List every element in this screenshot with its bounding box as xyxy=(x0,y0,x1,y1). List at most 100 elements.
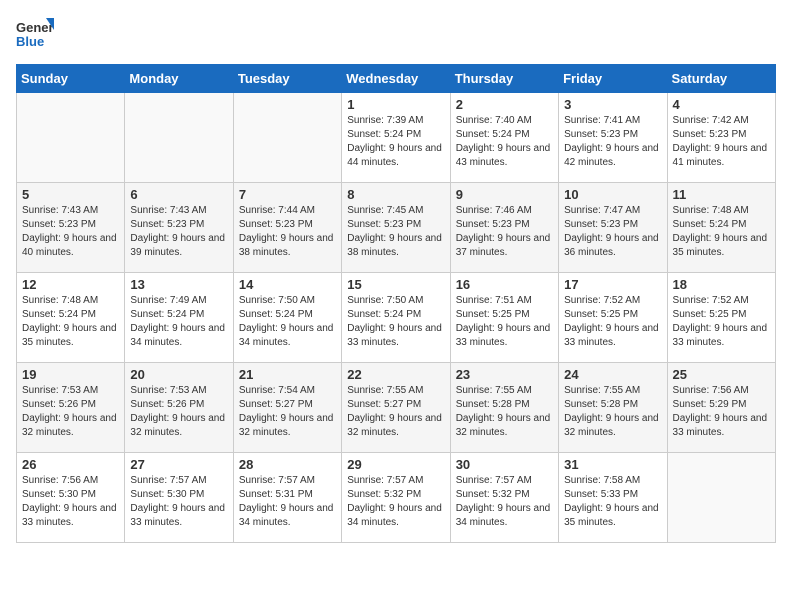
calendar-week-0: 1Sunrise: 7:39 AMSunset: 5:24 PMDaylight… xyxy=(17,93,776,183)
calendar-cell: 1Sunrise: 7:39 AMSunset: 5:24 PMDaylight… xyxy=(342,93,450,183)
day-info: Sunrise: 7:47 AMSunset: 5:23 PMDaylight:… xyxy=(564,204,661,260)
day-info: Sunrise: 7:45 AMSunset: 5:23 PMDaylight:… xyxy=(347,204,444,260)
calendar-cell: 3 Sunrise: 7:41 AMSunset: 5:23 PMDaylight… xyxy=(559,93,667,183)
day-info: Sunrise: 7:57 AMSunset: 5:32 PMDaylight:… xyxy=(347,474,444,530)
calendar-cell: 2Sunrise: 7:40 AMSunset: 5:24 PMDaylight… xyxy=(450,93,558,183)
day-info: Sunrise: 7:58 AMSunset: 5:33 PMDaylight:… xyxy=(564,474,661,530)
calendar-cell: 23 Sunrise: 7:55 AMSunset: 5:28 PMDayligh… xyxy=(450,363,558,453)
calendar-cell: 26Sunrise: 7:56 AMSunset: 5:30 PMDayligh… xyxy=(17,453,125,543)
day-info: Sunrise: 7:52 AMSunset: 5:25 PMDaylight:… xyxy=(564,294,661,350)
day-number: 19 xyxy=(22,367,119,382)
calendar-cell: 12 Sunrise: 7:48 AMSunset: 5:24 PMDayligh… xyxy=(17,273,125,363)
calendar-cell: 29 Sunrise: 7:57 AMSunset: 5:32 PMDayligh… xyxy=(342,453,450,543)
day-info: Sunrise: 7:56 AMSunset: 5:30 PMDaylight:… xyxy=(22,474,119,530)
day-info: Sunrise: 7:55 AMSunset: 5:28 PMDaylight:… xyxy=(456,384,553,440)
day-info: Sunrise: 7:55 AMSunset: 5:28 PMDaylight:… xyxy=(564,384,661,440)
calendar-week-1: 5Sunrise: 7:43 AMSunset: 5:23 PMDaylight… xyxy=(17,183,776,273)
calendar-cell: 13Sunrise: 7:49 AMSunset: 5:24 PMDayligh… xyxy=(125,273,233,363)
calendar-table: SundayMondayTuesdayWednesdayThursdayFrid… xyxy=(16,64,776,543)
col-header-sunday: Sunday xyxy=(17,65,125,93)
day-info: Sunrise: 7:41 AMSunset: 5:23 PMDaylight:… xyxy=(564,114,661,170)
day-number: 14 xyxy=(239,277,336,292)
day-number: 8 xyxy=(347,187,444,202)
day-number: 16 xyxy=(456,277,553,292)
day-number: 9 xyxy=(456,187,553,202)
col-header-monday: Monday xyxy=(125,65,233,93)
day-info: Sunrise: 7:57 AMSunset: 5:32 PMDaylight:… xyxy=(456,474,553,530)
svg-text:General: General xyxy=(16,20,54,35)
day-info: Sunrise: 7:52 AMSunset: 5:25 PMDaylight:… xyxy=(673,294,770,350)
calendar-cell: 15Sunrise: 7:50 AMSunset: 5:24 PMDayligh… xyxy=(342,273,450,363)
calendar-cell: 14 Sunrise: 7:50 AMSunset: 5:24 PMDayligh… xyxy=(233,273,341,363)
day-info: Sunrise: 7:55 AMSunset: 5:27 PMDaylight:… xyxy=(347,384,444,440)
calendar-week-3: 19 Sunrise: 7:53 AMSunset: 5:26 PMDayligh… xyxy=(17,363,776,453)
day-number: 12 xyxy=(22,277,119,292)
page-header: General Blue xyxy=(16,16,776,54)
calendar-header: SundayMondayTuesdayWednesdayThursdayFrid… xyxy=(17,65,776,93)
day-info: Sunrise: 7:48 AMSunset: 5:24 PMDaylight:… xyxy=(673,204,770,260)
day-number: 3 xyxy=(564,97,661,112)
day-number: 17 xyxy=(564,277,661,292)
calendar-cell: 30 Sunrise: 7:57 AMSunset: 5:32 PMDayligh… xyxy=(450,453,558,543)
day-number: 24 xyxy=(564,367,661,382)
day-number: 10 xyxy=(564,187,661,202)
day-number: 20 xyxy=(130,367,227,382)
day-number: 18 xyxy=(673,277,770,292)
day-info: Sunrise: 7:48 AMSunset: 5:24 PMDaylight:… xyxy=(22,294,119,350)
day-number: 28 xyxy=(239,457,336,472)
calendar-cell: 18 Sunrise: 7:52 AMSunset: 5:25 PMDayligh… xyxy=(667,273,775,363)
day-number: 29 xyxy=(347,457,444,472)
col-header-thursday: Thursday xyxy=(450,65,558,93)
calendar-cell: 5Sunrise: 7:43 AMSunset: 5:23 PMDaylight… xyxy=(17,183,125,273)
day-info: Sunrise: 7:46 AMSunset: 5:23 PMDaylight:… xyxy=(456,204,553,260)
day-number: 7 xyxy=(239,187,336,202)
day-number: 23 xyxy=(456,367,553,382)
col-header-wednesday: Wednesday xyxy=(342,65,450,93)
col-header-friday: Friday xyxy=(559,65,667,93)
day-number: 11 xyxy=(673,187,770,202)
day-number: 25 xyxy=(673,367,770,382)
calendar-cell xyxy=(667,453,775,543)
day-info: Sunrise: 7:51 AMSunset: 5:25 PMDaylight:… xyxy=(456,294,553,350)
calendar-cell xyxy=(17,93,125,183)
calendar-cell: 9 Sunrise: 7:46 AMSunset: 5:23 PMDaylight… xyxy=(450,183,558,273)
day-info: Sunrise: 7:44 AMSunset: 5:23 PMDaylight:… xyxy=(239,204,336,260)
day-info: Sunrise: 7:50 AMSunset: 5:24 PMDaylight:… xyxy=(239,294,336,350)
calendar-cell xyxy=(233,93,341,183)
calendar-week-4: 26Sunrise: 7:56 AMSunset: 5:30 PMDayligh… xyxy=(17,453,776,543)
logo-svg: General Blue xyxy=(16,16,54,54)
calendar-cell: 19 Sunrise: 7:53 AMSunset: 5:26 PMDayligh… xyxy=(17,363,125,453)
day-info: Sunrise: 7:39 AMSunset: 5:24 PMDaylight:… xyxy=(347,114,444,170)
calendar-cell: 6 Sunrise: 7:43 AMSunset: 5:23 PMDaylight… xyxy=(125,183,233,273)
day-info: Sunrise: 7:57 AMSunset: 5:31 PMDaylight:… xyxy=(239,474,336,530)
day-number: 31 xyxy=(564,457,661,472)
day-number: 27 xyxy=(130,457,227,472)
calendar-cell: 10 Sunrise: 7:47 AMSunset: 5:23 PMDayligh… xyxy=(559,183,667,273)
day-number: 22 xyxy=(347,367,444,382)
day-info: Sunrise: 7:50 AMSunset: 5:24 PMDaylight:… xyxy=(347,294,444,350)
day-info: Sunrise: 7:57 AMSunset: 5:30 PMDaylight:… xyxy=(130,474,227,530)
calendar-cell: 11 Sunrise: 7:48 AMSunset: 5:24 PMDayligh… xyxy=(667,183,775,273)
day-info: Sunrise: 7:43 AMSunset: 5:23 PMDaylight:… xyxy=(130,204,227,260)
day-info: Sunrise: 7:56 AMSunset: 5:29 PMDaylight:… xyxy=(673,384,770,440)
calendar-cell: 4Sunrise: 7:42 AMSunset: 5:23 PMDaylight… xyxy=(667,93,775,183)
day-number: 30 xyxy=(456,457,553,472)
calendar-cell: 31 Sunrise: 7:58 AMSunset: 5:33 PMDayligh… xyxy=(559,453,667,543)
day-info: Sunrise: 7:53 AMSunset: 5:26 PMDaylight:… xyxy=(130,384,227,440)
day-number: 2 xyxy=(456,97,553,112)
calendar-cell: 27 Sunrise: 7:57 AMSunset: 5:30 PMDayligh… xyxy=(125,453,233,543)
calendar-cell: 25 Sunrise: 7:56 AMSunset: 5:29 PMDayligh… xyxy=(667,363,775,453)
calendar-cell xyxy=(125,93,233,183)
calendar-cell: 21Sunrise: 7:54 AMSunset: 5:27 PMDayligh… xyxy=(233,363,341,453)
day-number: 4 xyxy=(673,97,770,112)
calendar-cell: 24 Sunrise: 7:55 AMSunset: 5:28 PMDayligh… xyxy=(559,363,667,453)
day-info: Sunrise: 7:53 AMSunset: 5:26 PMDaylight:… xyxy=(22,384,119,440)
calendar-cell: 7 Sunrise: 7:44 AMSunset: 5:23 PMDaylight… xyxy=(233,183,341,273)
calendar-cell: 17 Sunrise: 7:52 AMSunset: 5:25 PMDayligh… xyxy=(559,273,667,363)
day-info: Sunrise: 7:43 AMSunset: 5:23 PMDaylight:… xyxy=(22,204,119,260)
day-info: Sunrise: 7:54 AMSunset: 5:27 PMDaylight:… xyxy=(239,384,336,440)
logo: General Blue xyxy=(16,16,54,54)
calendar-cell: 28 Sunrise: 7:57 AMSunset: 5:31 PMDayligh… xyxy=(233,453,341,543)
day-number: 6 xyxy=(130,187,227,202)
calendar-cell: 8 Sunrise: 7:45 AMSunset: 5:23 PMDaylight… xyxy=(342,183,450,273)
